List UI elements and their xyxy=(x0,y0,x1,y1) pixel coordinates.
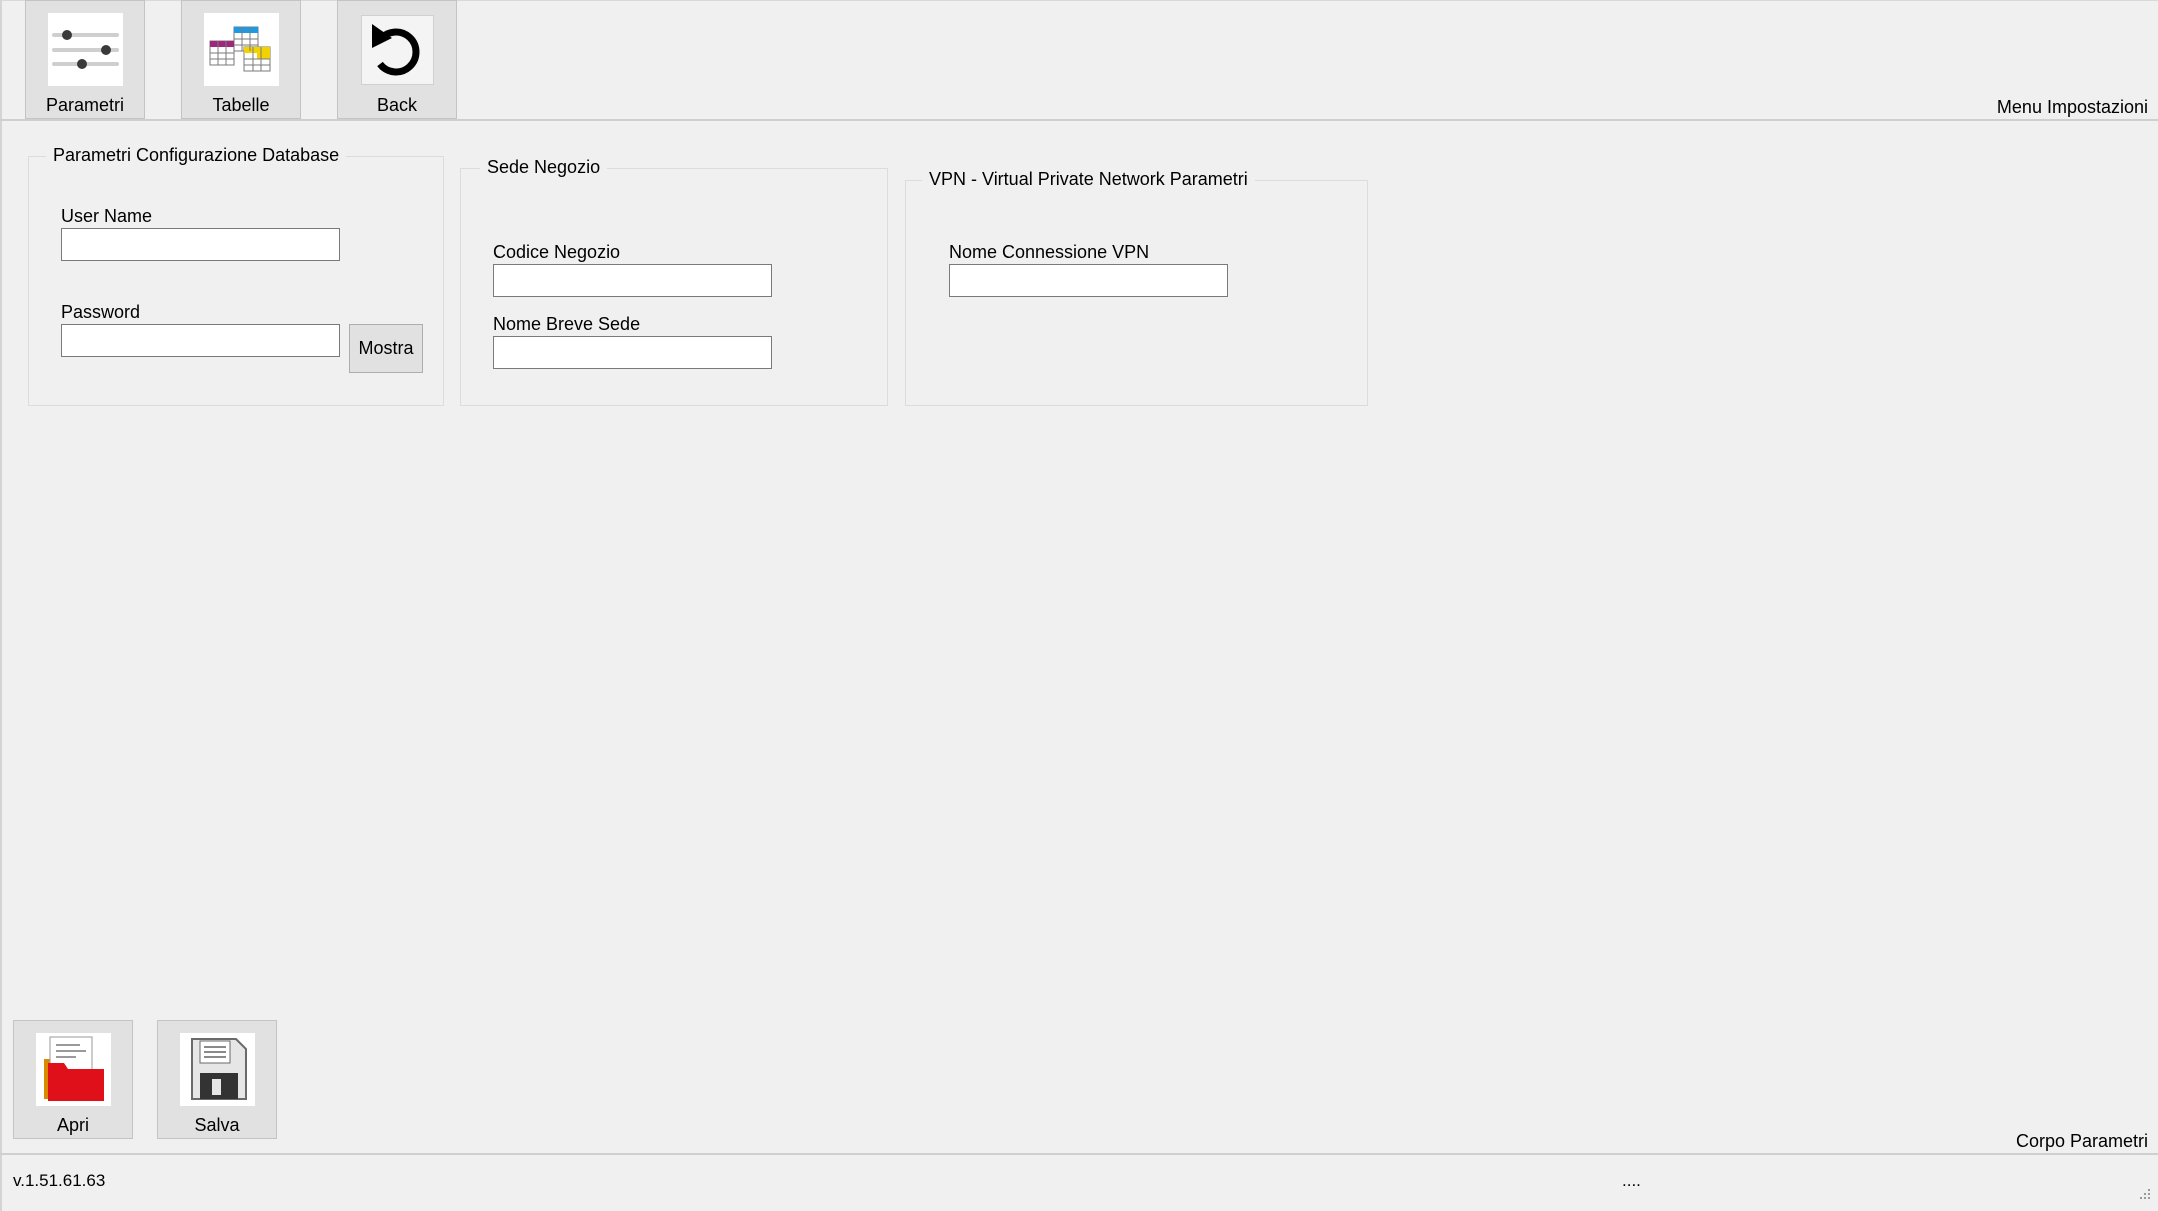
parametri-button[interactable]: Parametri xyxy=(25,0,145,119)
body-section-label: Corpo Parametri xyxy=(2015,1131,2148,1151)
resize-grip-icon[interactable] xyxy=(2136,1185,2152,1201)
vpn-connection-input[interactable] xyxy=(949,264,1228,297)
salva-button[interactable]: Salva xyxy=(157,1020,277,1139)
sliders-icon xyxy=(48,13,123,86)
menu-section-label: Menu Impostazioni xyxy=(1996,97,2148,117)
password-label: Password xyxy=(61,302,141,322)
apri-button[interactable]: Apri xyxy=(13,1020,133,1139)
tabelle-button[interactable]: Tabelle xyxy=(181,0,301,119)
username-input[interactable] xyxy=(61,228,340,261)
show-password-button[interactable]: Mostra xyxy=(349,324,423,373)
vpn-connection-label: Nome Connessione VPN xyxy=(949,242,1150,262)
password-input[interactable] xyxy=(61,324,340,357)
tables-icon xyxy=(204,13,279,86)
store-code-input[interactable] xyxy=(493,264,772,297)
database-group-title: Parametri Configurazione Database xyxy=(46,145,347,166)
window-left-border xyxy=(0,0,2,1211)
bottom-separator xyxy=(0,1153,2158,1155)
top-separator xyxy=(0,119,2158,121)
salva-label: Salva xyxy=(194,1115,240,1135)
back-arrow-icon xyxy=(361,15,434,85)
version-text: v.1.51.61.63 xyxy=(13,1171,106,1190)
parametri-label: Parametri xyxy=(45,95,125,115)
status-text: .... xyxy=(1622,1171,1641,1190)
store-short-name-input[interactable] xyxy=(493,336,772,369)
store-short-name-label: Nome Breve Sede xyxy=(493,314,641,334)
back-label: Back xyxy=(376,95,418,115)
open-folder-icon xyxy=(36,1033,111,1106)
floppy-disk-icon xyxy=(180,1033,255,1106)
store-code-label: Codice Negozio xyxy=(493,242,621,262)
vpn-group-title: VPN - Virtual Private Network Parametri xyxy=(922,169,1255,190)
store-group-title: Sede Negozio xyxy=(480,157,608,178)
username-label: User Name xyxy=(61,206,153,226)
tabelle-label: Tabelle xyxy=(212,95,270,115)
back-button[interactable]: Back xyxy=(337,0,457,119)
window-top-border xyxy=(0,0,2158,1)
apri-label: Apri xyxy=(56,1115,89,1135)
